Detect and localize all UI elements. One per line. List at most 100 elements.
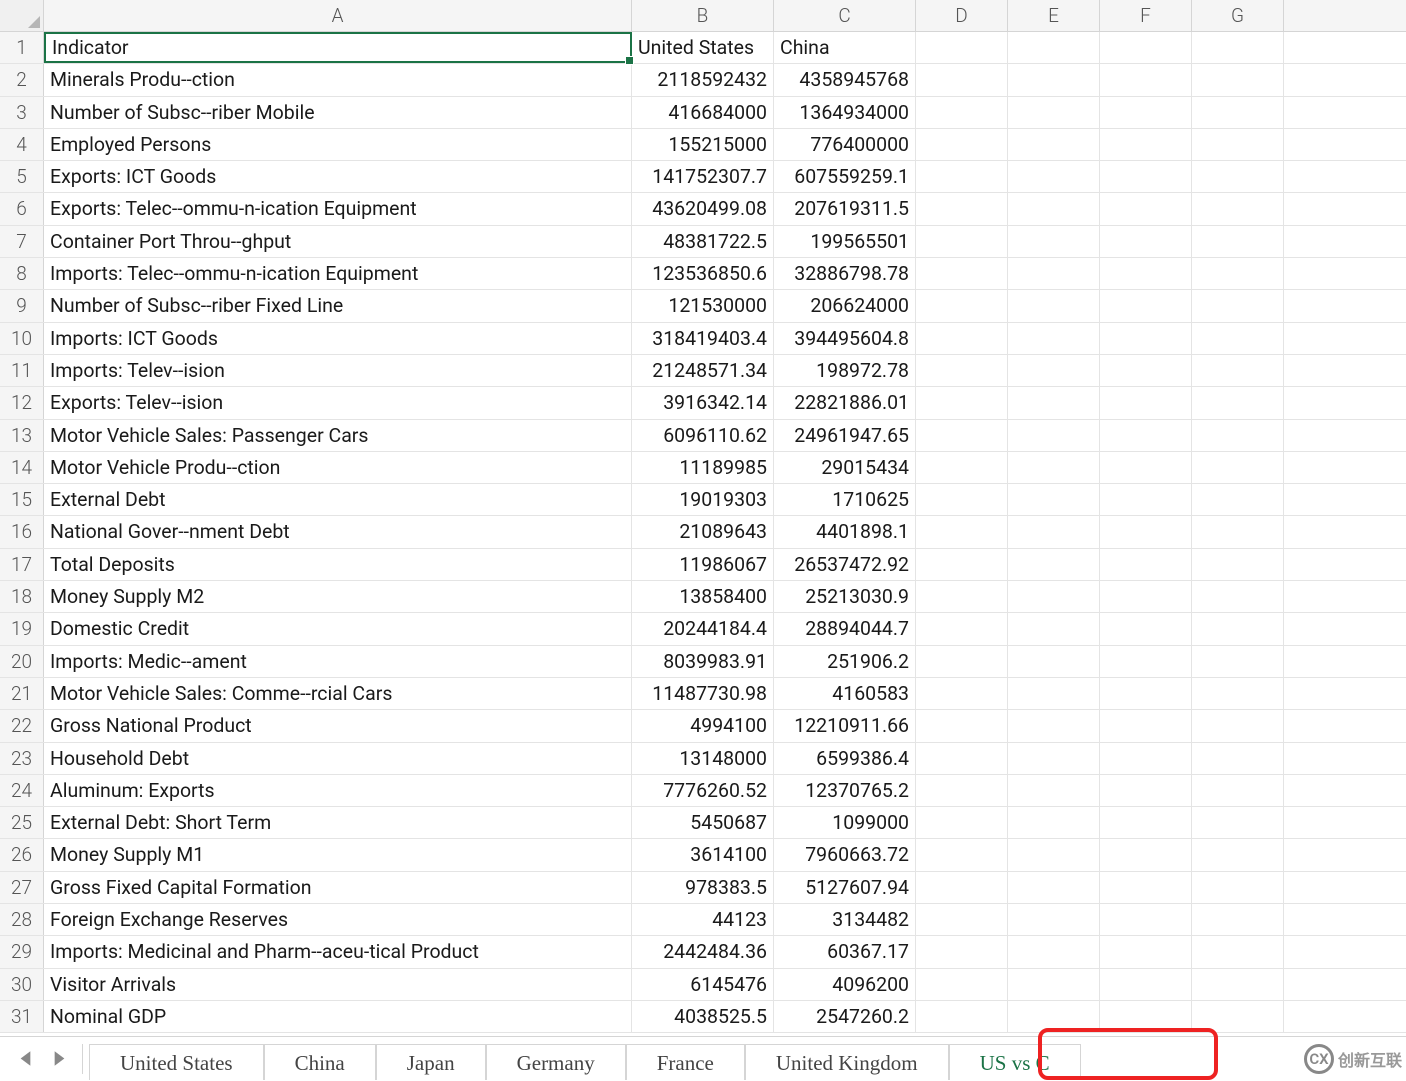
cell[interactable] (916, 710, 1008, 741)
cell[interactable] (1192, 355, 1284, 386)
cell[interactable]: 155215000 (632, 129, 774, 160)
cell[interactable]: Imports: Telec--ommu-n-ication Equipment (44, 258, 632, 289)
row-header[interactable]: 17 (0, 549, 44, 580)
cell[interactable]: 5127607.94 (774, 872, 916, 903)
cell[interactable]: Foreign Exchange Reserves (44, 904, 632, 935)
cell[interactable] (1192, 969, 1284, 1000)
cell[interactable]: 6599386.4 (774, 743, 916, 774)
cell[interactable]: 5450687 (632, 807, 774, 838)
cell[interactable] (1008, 97, 1100, 128)
cell[interactable] (1100, 129, 1192, 160)
sheet-tab[interactable]: United States (89, 1044, 264, 1080)
cell[interactable]: Nominal GDP (44, 1001, 632, 1032)
cell[interactable] (1100, 97, 1192, 128)
cell[interactable] (1100, 420, 1192, 451)
cell[interactable]: 7776260.52 (632, 775, 774, 806)
cell[interactable] (1100, 484, 1192, 515)
cell[interactable] (1100, 613, 1192, 644)
cell[interactable] (1008, 646, 1100, 677)
cell[interactable] (916, 516, 1008, 547)
cell[interactable] (916, 581, 1008, 612)
row-header[interactable]: 20 (0, 646, 44, 677)
cell[interactable]: 7960663.72 (774, 839, 916, 870)
cell[interactable]: 206624000 (774, 290, 916, 321)
cell[interactable] (916, 387, 1008, 418)
cell[interactable]: 198972.78 (774, 355, 916, 386)
row-header[interactable]: 15 (0, 484, 44, 515)
col-header-D[interactable]: D (916, 0, 1008, 31)
cell[interactable]: 2547260.2 (774, 1001, 916, 1032)
row-header[interactable]: 18 (0, 581, 44, 612)
cell[interactable] (1192, 452, 1284, 483)
col-header-B[interactable]: B (632, 0, 774, 31)
cell[interactable] (1192, 710, 1284, 741)
cell[interactable] (1008, 936, 1100, 967)
tab-nav-prev[interactable] (8, 1042, 42, 1076)
cell[interactable] (1100, 904, 1192, 935)
cell[interactable] (1100, 710, 1192, 741)
cell[interactable]: External Debt (44, 484, 632, 515)
cell[interactable] (916, 1001, 1008, 1032)
cell[interactable] (1192, 387, 1284, 418)
cell[interactable] (1192, 678, 1284, 709)
cell[interactable] (1192, 161, 1284, 192)
cell[interactable] (916, 64, 1008, 95)
cell[interactable] (1008, 775, 1100, 806)
cell[interactable]: 29015434 (774, 452, 916, 483)
cell[interactable]: China (774, 32, 916, 63)
cell[interactable] (1100, 839, 1192, 870)
cell[interactable]: Indicator (44, 32, 632, 63)
cell[interactable]: 11189985 (632, 452, 774, 483)
select-all-corner[interactable] (0, 0, 44, 31)
cell[interactable] (1192, 32, 1284, 63)
cell[interactable]: 12370765.2 (774, 775, 916, 806)
cell[interactable] (1008, 290, 1100, 321)
cell[interactable]: 6145476 (632, 969, 774, 1000)
cell[interactable] (1100, 258, 1192, 289)
row-header[interactable]: 7 (0, 226, 44, 257)
row-header[interactable]: 9 (0, 290, 44, 321)
cell[interactable]: Container Port Throu--ghput (44, 226, 632, 257)
cell[interactable] (1100, 226, 1192, 257)
cell[interactable]: Number of Subsc--riber Fixed Line (44, 290, 632, 321)
cell[interactable] (1100, 516, 1192, 547)
cell[interactable] (1192, 129, 1284, 160)
cell[interactable] (916, 872, 1008, 903)
col-header-F[interactable]: F (1100, 0, 1192, 31)
cell[interactable] (916, 969, 1008, 1000)
cell[interactable]: Money Supply M1 (44, 839, 632, 870)
cell[interactable] (1100, 775, 1192, 806)
cell[interactable]: 11986067 (632, 549, 774, 580)
cell[interactable] (916, 452, 1008, 483)
cell[interactable] (916, 484, 1008, 515)
cell[interactable]: 1710625 (774, 484, 916, 515)
cell[interactable] (1192, 807, 1284, 838)
cell[interactable]: Total Deposits (44, 549, 632, 580)
cell[interactable] (916, 226, 1008, 257)
cell[interactable]: 141752307.7 (632, 161, 774, 192)
cell[interactable]: Gross Fixed Capital Formation (44, 872, 632, 903)
cell[interactable]: Exports: Telev--ision (44, 387, 632, 418)
cell[interactable] (1008, 839, 1100, 870)
cell[interactable] (1192, 743, 1284, 774)
cell[interactable]: Imports: Telev--ision (44, 355, 632, 386)
cell[interactable]: 199565501 (774, 226, 916, 257)
cell[interactable]: 416684000 (632, 97, 774, 128)
cell[interactable]: External Debt: Short Term (44, 807, 632, 838)
cell[interactable]: 60367.17 (774, 936, 916, 967)
cell[interactable]: Exports: ICT Goods (44, 161, 632, 192)
cell[interactable]: 318419403.4 (632, 323, 774, 354)
row-header[interactable]: 6 (0, 193, 44, 224)
cell[interactable] (1008, 129, 1100, 160)
cell[interactable] (1192, 323, 1284, 354)
cell[interactable] (1008, 872, 1100, 903)
cell[interactable] (1192, 646, 1284, 677)
cell[interactable] (1008, 193, 1100, 224)
cell[interactable]: 2118592432 (632, 64, 774, 95)
cell[interactable] (1100, 1001, 1192, 1032)
cell[interactable] (1008, 904, 1100, 935)
cell[interactable] (1100, 323, 1192, 354)
cell[interactable]: Money Supply M2 (44, 581, 632, 612)
cell[interactable] (1008, 581, 1100, 612)
cell[interactable]: 1364934000 (774, 97, 916, 128)
